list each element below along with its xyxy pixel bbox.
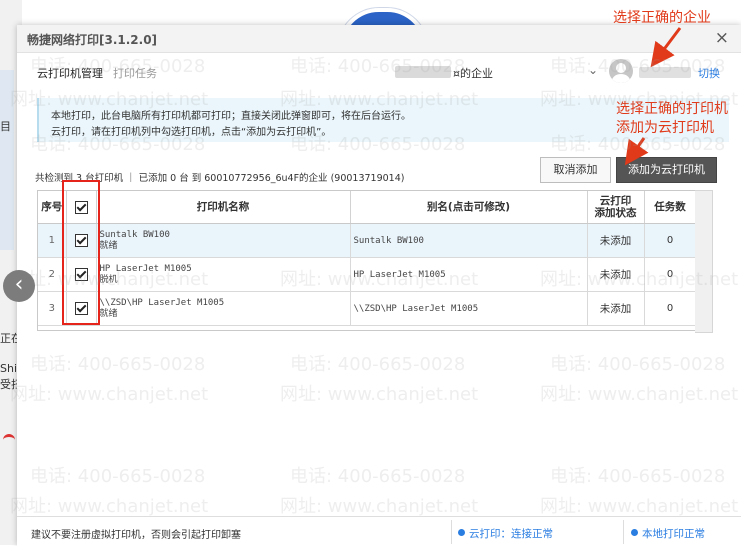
task-count: 0 bbox=[644, 291, 696, 326]
company-name-blurred bbox=[395, 66, 451, 78]
tab-bar: 云打印机管理 打印任务 ¤的企业 ⌄ 切换 bbox=[17, 53, 741, 89]
dialog-title: 畅捷网络打印[3.1.2.0] bbox=[27, 33, 158, 47]
task-count: 0 bbox=[644, 223, 696, 258]
printer-name: \\ZSD\HP LaserJet M1005 bbox=[99, 297, 225, 308]
status-dot-icon bbox=[631, 529, 638, 536]
prev-arrow-button[interactable]: ‹ bbox=[3, 270, 35, 302]
checkbox-highlight-box bbox=[62, 180, 100, 325]
add-cloud-printer-button[interactable]: 添加为云打印机 bbox=[616, 157, 717, 183]
printer-alias[interactable]: \\ZSD\HP LaserJet M1005 bbox=[350, 291, 588, 326]
background-text: Shi bbox=[0, 362, 18, 375]
tab-cloud-printer-management[interactable]: 云打印机管理 bbox=[37, 65, 103, 81]
printer-state: 脱机 bbox=[99, 274, 118, 285]
user-name-blurred bbox=[639, 67, 691, 78]
printer-alias[interactable]: Suntalk BW100 bbox=[350, 223, 588, 258]
local-print-status-text: 本地打印正常 bbox=[642, 528, 705, 540]
printer-name: Suntalk BW100 bbox=[99, 229, 170, 240]
cloud-print-status-text: 云打印：连接正常 bbox=[469, 528, 553, 540]
company-selector[interactable]: ¤的企业 bbox=[453, 65, 493, 81]
printer-name-cell: Suntalk BW100 就绪 bbox=[96, 223, 351, 258]
notice-line-local: 本地打印，此台电脑所有打印机都可打印；直接关闭此弹窗即可，将在后台运行。 bbox=[51, 111, 411, 122]
background-panel bbox=[0, 70, 14, 250]
status-bar: 建议不要注册虚拟打印机，否则会引起打印卸塞 云打印：连接正常 本地打印正常 bbox=[17, 516, 741, 546]
task-count: 0 bbox=[644, 257, 696, 292]
cloud-add-status: 未添加 bbox=[587, 257, 645, 292]
phone-icon bbox=[3, 434, 15, 445]
printer-state: 就绪 bbox=[99, 308, 118, 319]
table-row[interactable]: 1 Suntalk BW100 就绪 Suntalk BW100 未添加 0 bbox=[38, 223, 696, 258]
local-print-status: 本地打印正常 bbox=[631, 526, 705, 541]
header-printer-name: 打印机名称 bbox=[96, 191, 351, 224]
header-task-count: 任务数 bbox=[644, 191, 696, 224]
cloud-add-status: 未添加 bbox=[587, 291, 645, 326]
printer-state: 就绪 bbox=[99, 240, 118, 251]
status-tip: 建议不要注册虚拟打印机，否则会引起打印卸塞 bbox=[31, 530, 241, 541]
table-scrollbar[interactable] bbox=[695, 190, 713, 333]
table-row[interactable]: 2 HP LaserJet M1005 脱机 HP LaserJet M1005 … bbox=[38, 257, 696, 292]
annotation-add-cloud: 添加为云打印机 bbox=[616, 120, 714, 136]
annotation-select-printer: 选择正确的打印机 bbox=[616, 101, 728, 117]
printer-alias[interactable]: HP LaserJet M1005 bbox=[350, 257, 588, 292]
close-icon[interactable]: × bbox=[715, 28, 729, 48]
table-header-row: 序号 打印机名称 别名(点击可修改) 云打印 添加状态 任务数 bbox=[38, 191, 696, 224]
printer-name-cell: \\ZSD\HP LaserJet M1005 就绪 bbox=[96, 291, 351, 326]
title-bar: 畅捷网络打印[3.1.2.0] × bbox=[17, 25, 741, 53]
header-status-line2: 添加状态 bbox=[594, 207, 637, 219]
notice-line-cloud: 云打印，请在打印机列中勾选打印机，点击“添加为云打印机”。 bbox=[51, 127, 332, 138]
annotation-select-company: 选择正确的企业 bbox=[613, 10, 711, 26]
header-status-line1: 云打印 bbox=[599, 195, 632, 207]
status-divider bbox=[451, 520, 452, 544]
status-dot-icon bbox=[458, 529, 465, 536]
printer-name: HP LaserJet M1005 bbox=[99, 263, 192, 274]
tab-print-tasks[interactable]: 打印任务 bbox=[113, 65, 157, 81]
header-status: 云打印 添加状态 bbox=[587, 191, 645, 224]
cloud-add-status: 未添加 bbox=[587, 223, 645, 258]
cancel-add-button[interactable]: 取消添加 bbox=[540, 157, 611, 183]
status-divider bbox=[623, 520, 624, 544]
printer-table: 序号 打印机名称 别名(点击可修改) 云打印 添加状态 任务数 1 Suntalk… bbox=[37, 190, 697, 331]
chevron-down-icon[interactable]: ⌄ bbox=[588, 63, 598, 77]
background-text: 目 bbox=[0, 120, 11, 133]
cloud-print-status: 云打印：连接正常 bbox=[458, 526, 553, 541]
table-row[interactable]: 3 \\ZSD\HP LaserJet M1005 就绪 \\ZSD\HP Las… bbox=[38, 291, 696, 326]
printer-name-cell: HP LaserJet M1005 脱机 bbox=[96, 257, 351, 292]
header-alias: 别名(点击可修改) bbox=[350, 191, 588, 224]
switch-link[interactable]: 切换 bbox=[698, 65, 720, 81]
avatar bbox=[609, 59, 633, 83]
